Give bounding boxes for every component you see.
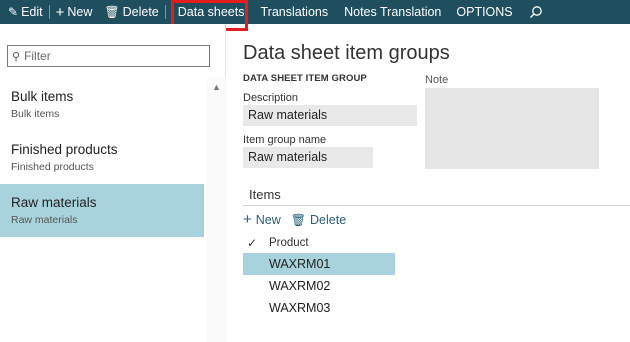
items-delete-button[interactable]: 🗑 Delete [291,213,346,227]
items-new-label: New [255,212,281,227]
table-row[interactable]: WAXRM02 [243,275,395,297]
pencil-icon: ✎ [8,5,19,19]
section-header: DATA SHEET ITEM GROUP [243,73,367,84]
separator [164,5,166,19]
product-cell: WAXRM03 [269,301,331,315]
search-icon [529,6,542,18]
filter-placeholder: Filter [24,49,51,63]
item-group-name-label: Item group name [243,134,327,146]
item-group-list-pane: ⚲ Filter Bulk items Bulk items Finished … [0,24,226,342]
notes-translation-button[interactable]: Notes Translation [344,0,441,24]
items-toolbar: + New 🗑 Delete [243,211,356,228]
data-sheets-button[interactable]: Data sheets [178,0,245,24]
description-label: Description [243,92,299,104]
list-scrollbar[interactable]: ▲ [207,78,226,342]
notes-translation-label: Notes Translation [344,5,442,19]
plus-icon: + [243,211,252,228]
list-item[interactable]: Bulk items Bulk items [0,78,207,131]
divider [243,205,630,206]
list-item-title: Bulk items [11,89,74,104]
edit-label: Edit [21,5,43,19]
delete-button[interactable]: 🗑 Delete [104,0,158,24]
product-cell: WAXRM01 [269,257,331,271]
note-field[interactable] [425,88,599,169]
note-label: Note [425,74,449,86]
list-item-title: Raw materials [11,195,97,210]
new-label: New [67,5,93,19]
items-delete-label: Delete [310,212,347,227]
data-sheets-label: Data sheets [177,5,245,19]
details-pane: Data sheet item groups DATA SHEET ITEM G… [227,24,630,342]
options-button[interactable]: OPTIONS [456,0,512,24]
search-button[interactable] [529,0,543,24]
description-field[interactable]: Raw materials [243,105,417,126]
items-section-title: Items [249,187,281,202]
list-item-subtitle: Bulk items [11,108,60,120]
separator [48,5,50,19]
item-group-list: Bulk items Bulk items Finished products … [0,78,207,237]
list-item[interactable]: Finished products Finished products [0,131,207,184]
search-icon: ⚲ [12,50,21,63]
options-label: OPTIONS [456,5,513,19]
translations-label: Translations [260,5,329,19]
select-all-check-icon[interactable]: ✓ [243,236,269,250]
grid-header: ✓ Product [243,236,309,250]
list-item-selected[interactable]: Raw materials Raw materials [0,184,204,237]
page-title: Data sheet item groups [243,42,450,64]
delete-label: Delete [122,5,159,19]
list-item-subtitle: Raw materials [11,214,78,226]
table-row-selected[interactable]: WAXRM01 [243,253,395,275]
items-new-button[interactable]: + New [243,211,281,228]
product-column-header[interactable]: Product [269,237,309,249]
product-cell: WAXRM02 [269,279,331,293]
filter-input[interactable]: ⚲ Filter [7,45,210,67]
trash-icon: 🗑 [104,5,120,19]
translations-button[interactable]: Translations [260,0,328,24]
new-button[interactable]: + New [56,0,93,24]
edit-button[interactable]: ✎ Edit [8,0,43,24]
table-row[interactable]: WAXRM03 [243,297,395,319]
item-group-name-field[interactable]: Raw materials [243,147,373,168]
list-item-subtitle: Finished products [11,161,94,173]
trash-icon: 🗑 [290,212,307,227]
action-bar: ✎ Edit + New 🗑 Delete Data sheets Transl… [0,0,630,24]
list-item-title: Finished products [11,142,118,157]
scroll-up-icon[interactable]: ▲ [212,82,221,92]
plus-icon: + [55,3,65,21]
